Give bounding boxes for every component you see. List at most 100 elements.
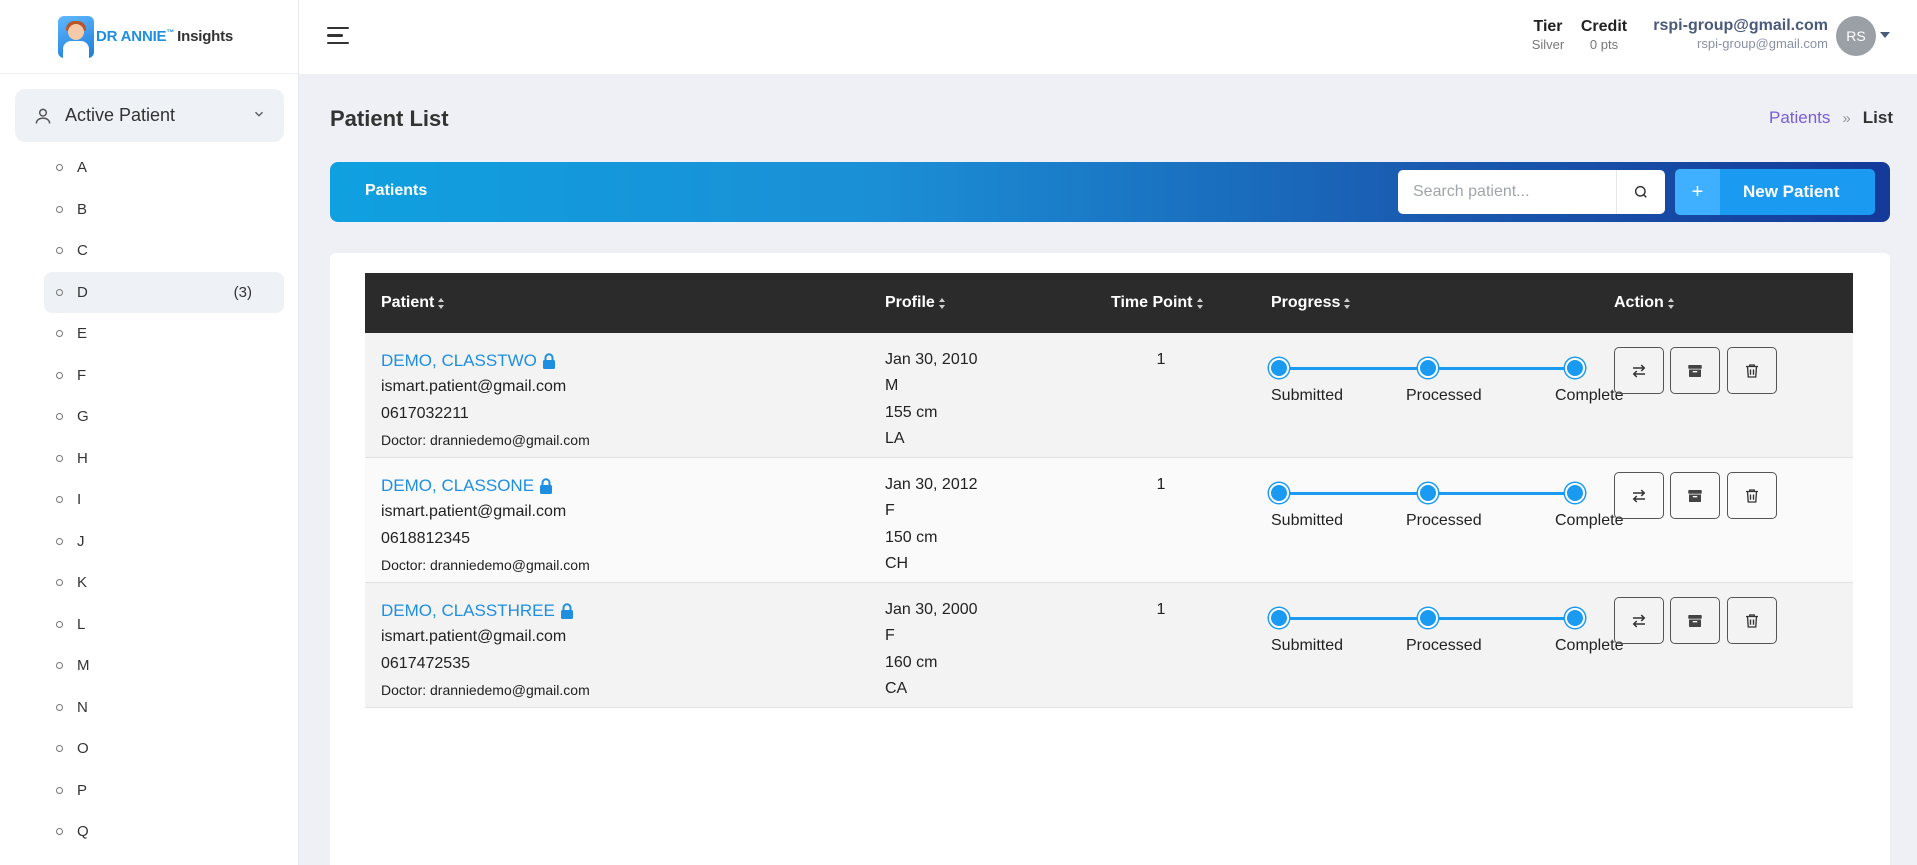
- sidebar-item-k[interactable]: K: [44, 562, 284, 604]
- sidebar-item-label: J: [77, 532, 85, 550]
- search-input[interactable]: [1398, 171, 1616, 213]
- sidebar-item-o[interactable]: O: [44, 728, 284, 770]
- logo-text: DR ANNIE™ Insights: [96, 28, 233, 45]
- delete-button[interactable]: [1727, 472, 1777, 519]
- sidebar-item-i[interactable]: I: [44, 479, 284, 521]
- patient-name-link[interactable]: DEMO, CLASSONE: [381, 476, 553, 496]
- transfer-button[interactable]: [1614, 597, 1664, 644]
- bullet-icon: [56, 164, 63, 172]
- sidebar-item-b[interactable]: B: [44, 189, 284, 231]
- table-header: Patient Profile Time Point Progress Acti…: [365, 273, 1853, 333]
- breadcrumb-patients-link[interactable]: Patients: [1769, 108, 1830, 128]
- transfer-button[interactable]: [1614, 347, 1664, 394]
- sidebar-item-j[interactable]: J: [44, 521, 284, 563]
- sidebar-item-m[interactable]: M: [44, 645, 284, 687]
- column-label: Action: [1614, 294, 1664, 311]
- progress-step-label: Processed: [1406, 387, 1482, 404]
- archive-button[interactable]: [1670, 597, 1720, 644]
- transfer-button[interactable]: [1614, 472, 1664, 519]
- sidebar-item-g[interactable]: G: [44, 396, 284, 438]
- patient-doctor: Doctor: dranniedemo@gmail.com: [381, 557, 590, 573]
- sidebar-item-label: B: [77, 200, 88, 218]
- progress-step-dot: [1418, 483, 1438, 503]
- bullet-icon: [56, 828, 63, 836]
- bullet-icon: [56, 662, 63, 670]
- banner-title: Patients: [365, 182, 428, 199]
- patients-banner: Patients + New Patient: [330, 162, 1890, 222]
- column-header-action[interactable]: Action: [1614, 294, 1675, 312]
- sidebar-item-p[interactable]: P: [44, 770, 284, 812]
- bullet-icon: [56, 745, 63, 753]
- patient-table-card: Patient Profile Time Point Progress Acti…: [330, 253, 1890, 865]
- new-patient-label: New Patient: [1743, 182, 1840, 201]
- sidebar-item-q[interactable]: Q: [44, 811, 284, 853]
- sidebar-item-l[interactable]: L: [44, 604, 284, 646]
- profile-sex: F: [885, 502, 895, 519]
- new-patient-button[interactable]: + New Patient: [1675, 169, 1875, 215]
- sidebar-item-label: P: [77, 781, 88, 799]
- sidebar-item-c[interactable]: C: [44, 230, 284, 272]
- time-point-value: 1: [1156, 476, 1166, 493]
- sidebar-item-h[interactable]: H: [44, 438, 284, 480]
- delete-button[interactable]: [1727, 347, 1777, 394]
- avatar[interactable]: RS: [1836, 16, 1876, 56]
- search-icon: [1634, 185, 1647, 198]
- archive-button[interactable]: [1670, 472, 1720, 519]
- logo-tm: ™: [166, 28, 175, 37]
- column-header-progress[interactable]: Progress: [1271, 294, 1351, 312]
- hamburger-icon[interactable]: [327, 27, 349, 47]
- profile-height: 150 cm: [885, 529, 938, 546]
- active-patient-menu[interactable]: Active Patient: [15, 89, 284, 142]
- sidebar-item-label: D: [77, 283, 88, 301]
- trash-icon: [1746, 363, 1758, 378]
- progress-step-label: Processed: [1406, 512, 1482, 529]
- user-icon: [35, 108, 51, 124]
- sidebar-item-e[interactable]: E: [44, 313, 284, 355]
- bullet-icon: [56, 496, 63, 504]
- archive-icon: [1688, 364, 1702, 377]
- profile-location: CH: [885, 555, 909, 572]
- profile-location: LA: [885, 430, 905, 447]
- progress-step-dot: [1418, 608, 1438, 628]
- patient-name-link[interactable]: DEMO, CLASSTWO: [381, 351, 556, 371]
- user-info[interactable]: rspi-group@gmail.com rspi-group@gmail.co…: [1645, 17, 1828, 51]
- bullet-icon: [56, 288, 63, 296]
- transfer-icon: [1632, 613, 1646, 628]
- time-point-value: 1: [1156, 601, 1166, 618]
- tier-title: Tier: [1533, 18, 1563, 35]
- search-box: [1398, 170, 1665, 214]
- column-header-profile[interactable]: Profile: [885, 294, 946, 312]
- bullet-icon: [56, 703, 63, 711]
- progress-step-label: Submitted: [1271, 637, 1344, 654]
- sort-icon: [1344, 297, 1351, 309]
- sidebar-item-d[interactable]: D (3): [44, 271, 284, 313]
- active-patient-label: Active Patient: [65, 105, 176, 125]
- sidebar-item-n[interactable]: N: [44, 687, 284, 729]
- column-header-time-point[interactable]: Time Point: [1111, 294, 1204, 312]
- progress-step-dot: [1269, 358, 1289, 378]
- credit-stat: Credit 0 pts: [1573, 18, 1635, 52]
- patient-phone: 0618812345: [381, 530, 470, 547]
- delete-button[interactable]: [1727, 597, 1777, 644]
- search-button[interactable]: [1616, 170, 1664, 214]
- column-header-patient[interactable]: Patient: [381, 294, 445, 312]
- sidebar-item-f[interactable]: F: [44, 355, 284, 397]
- archive-button[interactable]: [1670, 347, 1720, 394]
- logo[interactable]: DR ANNIE™ Insights: [0, 0, 298, 74]
- progress-step-dot: [1418, 358, 1438, 378]
- bullet-icon: [56, 537, 63, 545]
- patient-name-link[interactable]: DEMO, CLASSTHREE: [381, 601, 574, 621]
- sidebar-item-label: M: [77, 657, 90, 675]
- progress-step-label: Processed: [1406, 637, 1482, 654]
- user-menu-caret-icon[interactable]: [1880, 32, 1890, 38]
- time-point-value: 1: [1156, 351, 1166, 368]
- sidebar-item-a[interactable]: A: [44, 147, 284, 189]
- profile-sex: F: [885, 627, 895, 644]
- column-label: Patient: [381, 294, 435, 311]
- logo-brand: DR ANNIE: [96, 28, 167, 45]
- sidebar-item-label: L: [77, 615, 86, 633]
- breadcrumb: Patients » List: [1769, 108, 1893, 128]
- logo-suffix: Insights: [177, 28, 234, 45]
- patient-email: ismart.patient@gmail.com: [381, 503, 567, 520]
- progress-step-dot: [1565, 358, 1585, 378]
